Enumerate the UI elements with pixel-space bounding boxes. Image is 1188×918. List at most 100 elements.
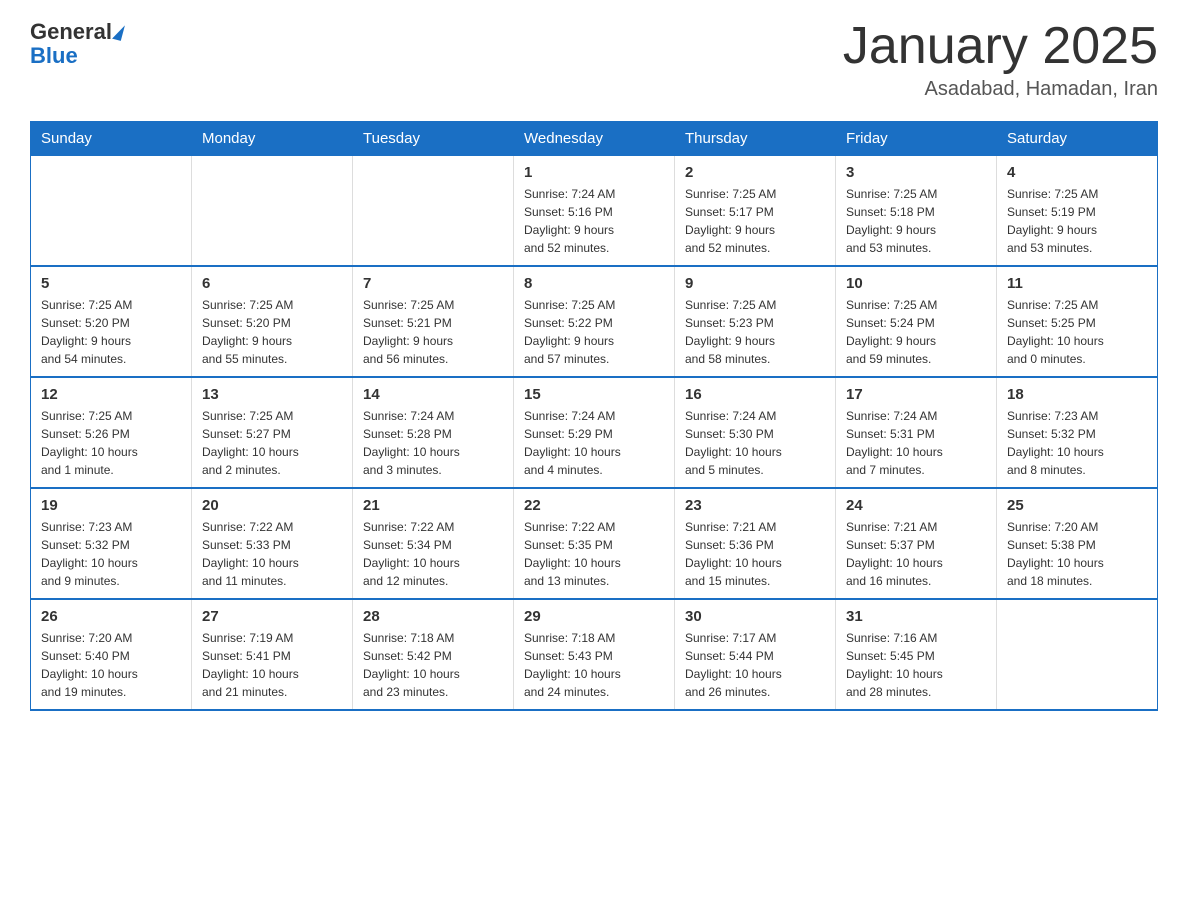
calendar-cell: 27 Sunrise: 7:19 AMSunset: 5:41 PMDayligh…	[192, 599, 353, 710]
day-number: 3	[846, 164, 986, 181]
day-number: 12	[41, 386, 181, 403]
calendar-cell: 7 Sunrise: 7:25 AMSunset: 5:21 PMDaylight…	[353, 266, 514, 377]
calendar-cell: 1 Sunrise: 7:24 AMSunset: 5:16 PMDaylight…	[514, 156, 675, 267]
day-number: 26	[41, 608, 181, 625]
day-number: 19	[41, 497, 181, 514]
calendar-cell: 14 Sunrise: 7:24 AMSunset: 5:28 PMDayligh…	[353, 377, 514, 488]
header-day-monday: Monday	[192, 122, 353, 156]
day-number: 25	[1007, 497, 1147, 514]
calendar-cell: 29 Sunrise: 7:18 AMSunset: 5:43 PMDayligh…	[514, 599, 675, 710]
calendar-cell: 13 Sunrise: 7:25 AMSunset: 5:27 PMDayligh…	[192, 377, 353, 488]
day-info: Sunrise: 7:25 AMSunset: 5:23 PMDaylight:…	[685, 296, 825, 368]
day-info: Sunrise: 7:18 AMSunset: 5:42 PMDaylight:…	[363, 629, 503, 701]
day-info: Sunrise: 7:25 AMSunset: 5:21 PMDaylight:…	[363, 296, 503, 368]
day-info: Sunrise: 7:25 AMSunset: 5:22 PMDaylight:…	[524, 296, 664, 368]
day-number: 4	[1007, 164, 1147, 181]
header-day-thursday: Thursday	[675, 122, 836, 156]
day-number: 10	[846, 275, 986, 292]
day-number: 16	[685, 386, 825, 403]
day-number: 6	[202, 275, 342, 292]
calendar-cell: 2Sunrise: 7:25 AMSunset: 5:17 PMDaylight…	[675, 156, 836, 267]
day-number: 30	[685, 608, 825, 625]
day-number: 7	[363, 275, 503, 292]
day-info: Sunrise: 7:24 AMSunset: 5:31 PMDaylight:…	[846, 407, 986, 479]
day-info: Sunrise: 7:25 AMSunset: 5:19 PMDaylight:…	[1007, 185, 1147, 257]
day-info: Sunrise: 7:18 AMSunset: 5:43 PMDaylight:…	[524, 629, 664, 701]
header-day-sunday: Sunday	[31, 122, 192, 156]
day-number: 14	[363, 386, 503, 403]
calendar-cell: 9 Sunrise: 7:25 AMSunset: 5:23 PMDaylight…	[675, 266, 836, 377]
logo: General Blue	[30, 20, 123, 68]
calendar-cell: 20 Sunrise: 7:22 AMSunset: 5:33 PMDayligh…	[192, 488, 353, 599]
calendar-cell	[353, 156, 514, 267]
day-info: Sunrise: 7:25 AMSunset: 5:18 PMDaylight:…	[846, 185, 986, 257]
day-info: Sunrise: 7:22 AMSunset: 5:33 PMDaylight:…	[202, 518, 342, 590]
day-info: Sunrise: 7:19 AMSunset: 5:41 PMDaylight:…	[202, 629, 342, 701]
calendar-cell: 19Sunrise: 7:23 AMSunset: 5:32 PMDayligh…	[31, 488, 192, 599]
calendar-cell: 23 Sunrise: 7:21 AMSunset: 5:36 PMDayligh…	[675, 488, 836, 599]
day-number: 9	[685, 275, 825, 292]
calendar-cell: 30 Sunrise: 7:17 AMSunset: 5:44 PMDayligh…	[675, 599, 836, 710]
calendar-cell: 28 Sunrise: 7:18 AMSunset: 5:42 PMDayligh…	[353, 599, 514, 710]
day-number: 28	[363, 608, 503, 625]
day-number: 23	[685, 497, 825, 514]
calendar-cell: 31 Sunrise: 7:16 AMSunset: 5:45 PMDayligh…	[836, 599, 997, 710]
day-info: Sunrise: 7:22 AMSunset: 5:34 PMDaylight:…	[363, 518, 503, 590]
day-number: 29	[524, 608, 664, 625]
day-number: 20	[202, 497, 342, 514]
header-day-friday: Friday	[836, 122, 997, 156]
day-info: Sunrise: 7:24 AMSunset: 5:28 PMDaylight:…	[363, 407, 503, 479]
calendar-cell	[997, 599, 1158, 710]
calendar-cell: 10 Sunrise: 7:25 AMSunset: 5:24 PMDayligh…	[836, 266, 997, 377]
header-day-tuesday: Tuesday	[353, 122, 514, 156]
calendar-cell: 22 Sunrise: 7:22 AMSunset: 5:35 PMDayligh…	[514, 488, 675, 599]
day-info: Sunrise: 7:17 AMSunset: 5:44 PMDaylight:…	[685, 629, 825, 701]
day-number: 8	[524, 275, 664, 292]
logo-blue-text: Blue	[30, 44, 123, 68]
day-number: 5	[41, 275, 181, 292]
week-row-5: 26 Sunrise: 7:20 AMSunset: 5:40 PMDayligh…	[31, 599, 1158, 710]
day-number: 2	[685, 164, 825, 181]
day-number: 22	[524, 497, 664, 514]
calendar-cell: 26 Sunrise: 7:20 AMSunset: 5:40 PMDayligh…	[31, 599, 192, 710]
calendar-cell: 21Sunrise: 7:22 AMSunset: 5:34 PMDayligh…	[353, 488, 514, 599]
day-number: 27	[202, 608, 342, 625]
calendar-cell: 16 Sunrise: 7:24 AMSunset: 5:30 PMDayligh…	[675, 377, 836, 488]
day-info: Sunrise: 7:21 AMSunset: 5:36 PMDaylight:…	[685, 518, 825, 590]
logo-triangle-icon	[112, 23, 125, 41]
day-info: Sunrise: 7:25 AMSunset: 5:24 PMDaylight:…	[846, 296, 986, 368]
day-info: Sunrise: 7:25 AMSunset: 5:26 PMDaylight:…	[41, 407, 181, 479]
day-number: 1	[524, 164, 664, 181]
day-info: Sunrise: 7:21 AMSunset: 5:37 PMDaylight:…	[846, 518, 986, 590]
header-day-saturday: Saturday	[997, 122, 1158, 156]
calendar-cell: 6 Sunrise: 7:25 AMSunset: 5:20 PMDaylight…	[192, 266, 353, 377]
calendar-cell: 18Sunrise: 7:23 AMSunset: 5:32 PMDayligh…	[997, 377, 1158, 488]
day-number: 17	[846, 386, 986, 403]
week-row-1: 1 Sunrise: 7:24 AMSunset: 5:16 PMDaylight…	[31, 156, 1158, 267]
day-info: Sunrise: 7:16 AMSunset: 5:45 PMDaylight:…	[846, 629, 986, 701]
day-number: 13	[202, 386, 342, 403]
calendar-cell: 8 Sunrise: 7:25 AMSunset: 5:22 PMDaylight…	[514, 266, 675, 377]
day-number: 31	[846, 608, 986, 625]
day-info: Sunrise: 7:24 AMSunset: 5:30 PMDaylight:…	[685, 407, 825, 479]
day-info: Sunrise: 7:24 AMSunset: 5:16 PMDaylight:…	[524, 185, 664, 257]
calendar-cell: 5Sunrise: 7:25 AMSunset: 5:20 PMDaylight…	[31, 266, 192, 377]
title-area: January 2025 Asadabad, Hamadan, Iran	[843, 20, 1158, 101]
header-row: SundayMondayTuesdayWednesdayThursdayFrid…	[31, 122, 1158, 156]
day-info: Sunrise: 7:25 AMSunset: 5:25 PMDaylight:…	[1007, 296, 1147, 368]
calendar-cell: 12 Sunrise: 7:25 AMSunset: 5:26 PMDayligh…	[31, 377, 192, 488]
header-day-wednesday: Wednesday	[514, 122, 675, 156]
calendar-cell: 17 Sunrise: 7:24 AMSunset: 5:31 PMDayligh…	[836, 377, 997, 488]
week-row-2: 5 Sunrise: 7:25 AMSunset: 5:20 PMDaylight…	[31, 266, 1158, 377]
page-header: General Blue January 2025 Asadabad, Hama…	[30, 20, 1158, 101]
day-number: 24	[846, 497, 986, 514]
day-info: Sunrise: 7:20 AMSunset: 5:40 PMDaylight:…	[41, 629, 181, 701]
calendar-cell: 4 Sunrise: 7:25 AMSunset: 5:19 PMDaylight…	[997, 156, 1158, 267]
calendar-cell: 11Sunrise: 7:25 AMSunset: 5:25 PMDayligh…	[997, 266, 1158, 377]
day-info: Sunrise: 7:25 AMSunset: 5:27 PMDaylight:…	[202, 407, 342, 479]
calendar-cell: 24 Sunrise: 7:21 AMSunset: 5:37 PMDayligh…	[836, 488, 997, 599]
day-info: Sunrise: 7:22 AMSunset: 5:35 PMDaylight:…	[524, 518, 664, 590]
logo-general-text: General	[30, 20, 112, 44]
day-number: 15	[524, 386, 664, 403]
day-info: Sunrise: 7:25 AMSunset: 5:20 PMDaylight:…	[202, 296, 342, 368]
